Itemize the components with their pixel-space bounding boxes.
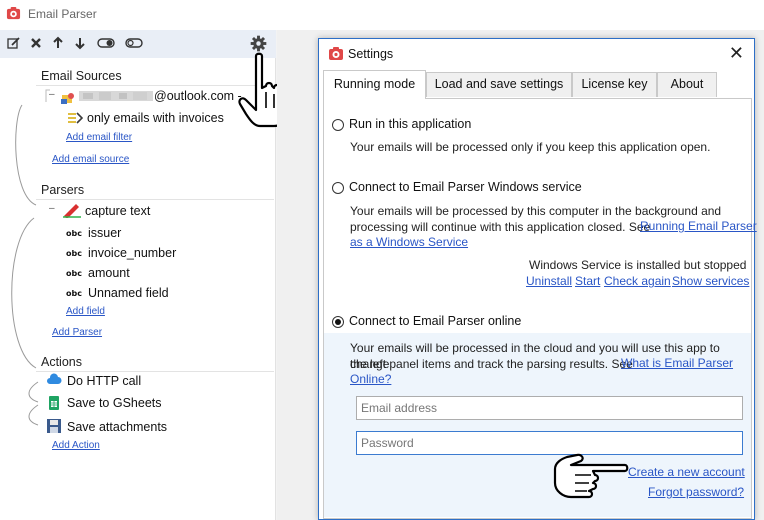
toggle-off-icon[interactable] [125, 36, 143, 50]
delete-icon[interactable] [29, 36, 43, 50]
running-service-help-link[interactable]: Running Email Parser [640, 219, 757, 233]
actions-heading: Actions [41, 355, 82, 369]
move-up-icon[interactable] [51, 36, 65, 50]
sheets-icon [46, 395, 62, 411]
capture-text-pen-icon [62, 202, 82, 218]
action-label[interactable]: Do HTTP call [67, 374, 141, 388]
parser-label[interactable]: capture text [85, 204, 150, 218]
floppy-disk-icon [46, 418, 62, 434]
running-service-help-link[interactable]: as a Windows Service [350, 235, 468, 249]
dialog-title: Settings [348, 47, 394, 61]
field-label[interactable]: amount [88, 266, 130, 280]
settings-dialog: Settings ✕ Running mode Load and save se… [318, 38, 757, 520]
email-sources-heading: Email Sources [41, 69, 122, 83]
email-parser-online-label[interactable]: Connect to Email Parser online [349, 314, 521, 328]
windows-service-description: Your emails will be processed by this co… [350, 204, 722, 218]
gear-icon[interactable] [250, 35, 267, 52]
tab-license-key[interactable]: License key [572, 72, 657, 97]
email-parser-logo-icon [6, 6, 21, 21]
tab-running-mode[interactable]: Running mode [323, 70, 426, 99]
what-is-online-link[interactable]: What is Email Parser [621, 356, 733, 370]
app-titlebar: Email Parser [0, 0, 764, 30]
email-account-icon [60, 90, 76, 106]
field-label[interactable]: issuer [88, 226, 121, 240]
collapse-toggle[interactable]: – [49, 203, 55, 214]
start-service-link[interactable]: Start [575, 274, 600, 288]
edit-icon[interactable] [7, 36, 21, 50]
tab-about[interactable]: About [657, 72, 717, 97]
text-field-icon: obc [66, 249, 82, 258]
uninstall-service-link[interactable]: Uninstall [526, 274, 572, 288]
check-again-link[interactable]: Check again [604, 274, 671, 288]
left-panel: Email Sources – @outlook.com - only emai… [0, 30, 290, 520]
email-parser-logo-icon [328, 46, 344, 62]
cloud-icon [46, 372, 62, 388]
email-filter-label[interactable]: only emails with invoices [87, 111, 224, 125]
add-action-link[interactable]: Add Action [52, 440, 100, 451]
field-label[interactable]: Unnamed field [88, 286, 169, 300]
toolbar [0, 30, 276, 58]
action-label[interactable]: Save attachments [67, 420, 167, 434]
windows-service-description: processing will continue with this appli… [350, 220, 651, 234]
divider [36, 85, 274, 86]
action-label[interactable]: Save to GSheets [67, 396, 162, 410]
dialog-titlebar: Settings ✕ [319, 39, 754, 69]
windows-service-label[interactable]: Connect to Email Parser Windows service [349, 180, 582, 194]
service-status: Windows Service is installed but stopped [529, 258, 747, 272]
run-in-app-radio[interactable] [332, 119, 344, 131]
email-parser-online-radio[interactable] [332, 316, 344, 328]
divider [36, 199, 274, 200]
online-description: the left panel items and track the parsi… [350, 357, 633, 371]
app-title: Email Parser [28, 7, 97, 21]
collapse-toggle[interactable]: – [49, 89, 55, 100]
what-is-online-link[interactable]: Online? [350, 372, 391, 386]
add-parser-link[interactable]: Add Parser [52, 327, 102, 338]
email-address-input[interactable] [356, 396, 743, 420]
toggle-on-icon[interactable] [97, 36, 115, 50]
text-field-icon: obc [66, 289, 82, 298]
text-field-icon: obc [66, 269, 82, 278]
move-down-icon[interactable] [73, 36, 87, 50]
add-email-source-link[interactable]: Add email source [52, 154, 129, 165]
tree-connectors [11, 89, 50, 426]
text-field-icon: obc [66, 229, 82, 238]
redacted-email-address [79, 90, 153, 102]
run-in-app-description: Your emails will be processed only if yo… [350, 140, 711, 154]
password-input[interactable] [356, 431, 743, 455]
add-field-link[interactable]: Add field [66, 306, 105, 317]
parsers-heading: Parsers [41, 183, 85, 197]
divider [36, 371, 274, 372]
tab-load-and-save-settings[interactable]: Load and save settings [426, 72, 572, 97]
filter-icon [67, 110, 83, 126]
run-in-app-label[interactable]: Run in this application [349, 117, 471, 131]
create-account-link[interactable]: Create a new account [628, 465, 745, 479]
field-label[interactable]: invoice_number [88, 246, 176, 260]
close-button[interactable]: ✕ [729, 43, 744, 64]
windows-service-radio[interactable] [332, 182, 344, 194]
add-email-filter-link[interactable]: Add email filter [66, 132, 132, 143]
show-services-link[interactable]: Show services [672, 274, 749, 288]
forgot-password-link[interactable]: Forgot password? [648, 485, 744, 499]
email-account-label[interactable]: @outlook.com - [154, 89, 242, 103]
